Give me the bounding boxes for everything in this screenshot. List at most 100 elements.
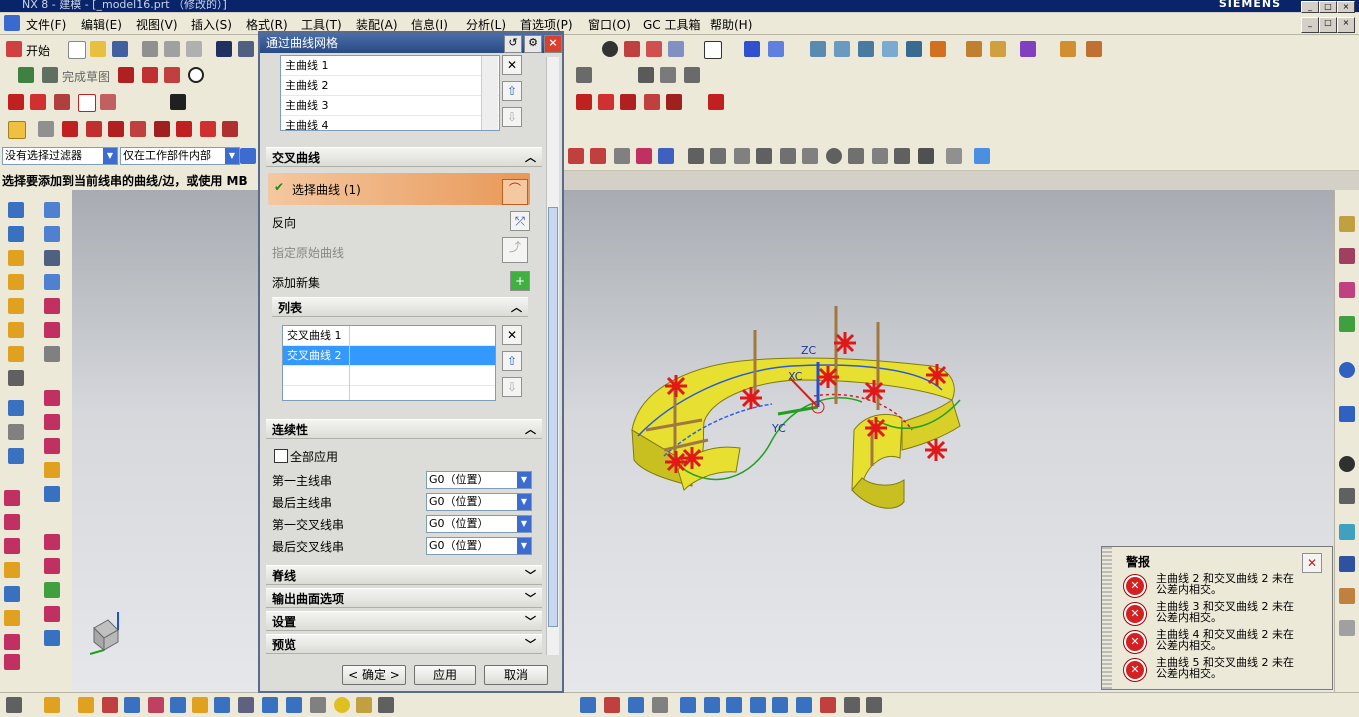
menu-insert[interactable]: 插入(S) [191,16,232,33]
view-front-icon[interactable] [704,697,720,713]
undo-icon[interactable] [216,41,232,57]
sweep-icon[interactable] [44,250,60,266]
selection-scope-dropdown[interactable]: 仅在工作部件内部 ▼ [120,147,240,165]
thicken-icon[interactable] [4,514,20,530]
snap-grid-icon[interactable] [918,148,934,164]
constraint-tangent-icon[interactable] [154,121,170,137]
constraint-equal-icon[interactable] [176,121,192,137]
doc-minimize-icon[interactable]: _ [1301,17,1319,33]
edit-curve-icon[interactable] [666,94,682,110]
face-blend-icon[interactable] [44,558,60,574]
pattern-curve-icon[interactable] [638,67,654,83]
list-subsection-header[interactable]: 列表 ︿ [272,297,528,317]
open-folder-icon[interactable] [90,41,106,57]
surface-icon[interactable] [44,202,60,218]
slot-icon[interactable] [310,697,326,713]
snap-cube-icon[interactable] [974,148,990,164]
render-style-icon[interactable] [624,41,640,57]
shell-icon[interactable] [8,346,24,362]
filter-options-icon[interactable] [240,148,256,164]
move-layer-icon[interactable] [858,41,874,57]
split-body-icon[interactable] [44,534,60,550]
tube-icon[interactable] [214,697,230,713]
constraint-line-icon[interactable] [62,121,78,137]
history-icon[interactable] [1339,406,1355,422]
redo-icon[interactable] [238,41,254,57]
snap-control-point-icon[interactable] [710,148,726,164]
close-icon[interactable]: × [544,35,562,53]
list-item-selected[interactable]: 交叉曲线 2 [283,346,495,366]
snap-table-icon[interactable] [946,148,962,164]
menu-edit[interactable]: 编辑(E) [81,16,122,33]
edit-surface-icon[interactable] [44,606,60,622]
arc-icon[interactable] [164,67,180,83]
add-set-icon[interactable]: + [510,271,530,291]
sphere-icon[interactable] [192,697,208,713]
subtract-icon[interactable] [8,424,24,440]
list-item[interactable]: 主曲线 4 [281,116,499,130]
preview-section-header[interactable]: 预览 ﹀ [266,634,542,654]
view-iso-icon[interactable] [750,697,766,713]
background-icon[interactable] [704,41,722,59]
sew-icon[interactable] [44,346,60,362]
boss-icon[interactable] [8,274,24,290]
offset-curve-icon[interactable] [576,67,592,83]
snap-center-icon[interactable] [826,148,842,164]
drafting-icon[interactable] [580,697,596,713]
list-item-empty[interactable] [283,366,495,386]
snap-existing-point-icon[interactable] [688,148,704,164]
alert-item[interactable]: ✕ 主曲线 2 和交叉曲线 2 未在公差内相交。 [1124,573,1304,599]
scale-body-icon[interactable] [4,538,20,554]
hole-icon[interactable] [8,250,24,266]
measure-icon[interactable] [1060,41,1076,57]
point-snap-icon[interactable] [990,41,1006,57]
manufacturing-icon[interactable] [628,697,644,713]
draft-icon[interactable] [44,486,60,502]
curve-rule-icon[interactable]: ⌒ [502,179,528,205]
assembly-navigator-icon[interactable] [1339,216,1355,232]
constraint-parallel-icon[interactable] [108,121,124,137]
line-icon[interactable] [142,67,158,83]
list-scrollbar[interactable] [481,56,498,130]
snap-intersection-icon[interactable] [734,148,750,164]
snap-midpoint-icon[interactable] [590,148,606,164]
reset-icon[interactable]: ↺ [504,35,522,53]
groove-icon[interactable] [238,697,254,713]
remove-icon[interactable]: ✕ [502,55,522,75]
cross-curve-section-header[interactable]: 交叉曲线 ︿ [266,147,542,167]
move-down-icon[interactable]: ⇩ [502,377,522,397]
snap-forward-icon[interactable] [658,148,674,164]
trim-body-icon[interactable] [44,390,60,406]
list-item[interactable]: 主曲线 2 [281,76,499,96]
doc-restore-icon[interactable]: □ [1319,17,1337,33]
doc-close-icon[interactable]: × [1337,17,1355,33]
first-cross-dropdown[interactable]: G0（位置） ▼ [426,515,532,533]
layer-visible-icon[interactable] [906,41,922,57]
clock-icon[interactable] [1339,456,1355,472]
profile-icon[interactable] [118,67,134,83]
fillet-icon[interactable] [620,94,636,110]
extend-sheet-icon[interactable] [44,414,60,430]
offset-surface-icon[interactable] [44,322,60,338]
divide-curve-icon[interactable] [708,94,724,110]
extrude-icon[interactable] [8,202,24,218]
snap-bounded-icon[interactable] [894,148,910,164]
gear-icon[interactable]: ⚙ [524,35,542,53]
menu-view[interactable]: 视图(V) [136,16,178,33]
block-icon[interactable] [124,697,140,713]
circle-icon[interactable] [188,67,204,83]
text-icon[interactable] [170,94,186,110]
layer-icon[interactable] [810,41,826,57]
snap-point-on-curve-icon[interactable] [848,148,864,164]
bridge-icon[interactable] [44,438,60,454]
constraint-auto-icon[interactable] [222,121,238,137]
settings-section-header[interactable]: 设置 ﹀ [266,611,542,631]
new-file-icon[interactable] [68,41,86,59]
view-left-icon[interactable] [844,697,860,713]
shading-icon[interactable] [602,41,618,57]
view-back-icon[interactable] [796,697,812,713]
snap-endpoint-icon[interactable] [568,148,584,164]
dialog-title-bar[interactable]: 通过曲线网格 ↺ ⚙ × [260,33,562,53]
constraint-point-icon[interactable] [86,121,102,137]
system-materials-icon[interactable] [1339,488,1355,504]
